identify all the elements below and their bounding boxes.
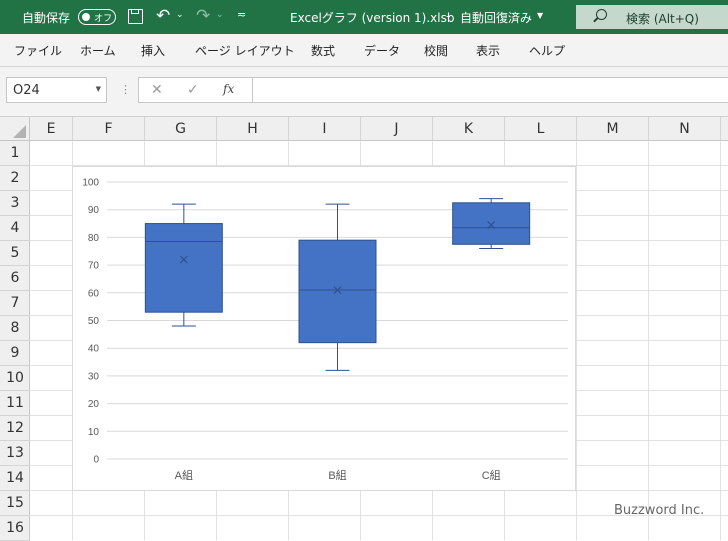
box-plot-chart[interactable]: 0 10 20 30 40 50 60 70 80 90 100 A組 B組 C組 <box>72 166 576 491</box>
x-tick-label: C組 <box>482 469 501 482</box>
row-header-13[interactable]: 13 <box>0 441 30 466</box>
column-header-f[interactable]: F <box>73 117 145 141</box>
search-icon-handle <box>593 17 598 23</box>
formula-box: ✕ ✓ fx <box>138 77 728 103</box>
redo-icon[interactable]: ↷ <box>196 6 210 26</box>
name-box[interactable]: O24 ▼ <box>6 77 107 103</box>
customize-toolbar-icon[interactable]: ≂ <box>237 8 246 21</box>
column-header-g[interactable]: G <box>145 117 217 141</box>
box <box>298 239 377 344</box>
search-label: 検索 (Alt+Q) <box>626 12 699 26</box>
y-tick-label: 90 <box>88 205 100 216</box>
y-tick-label: 40 <box>88 344 100 355</box>
tab-view[interactable]: 表示 <box>476 42 500 59</box>
column-header-k[interactable]: K <box>433 117 505 141</box>
function-icon[interactable]: fx <box>223 82 234 96</box>
box <box>452 202 531 245</box>
redo-dropdown-icon[interactable]: ⌄ <box>216 10 224 20</box>
column-header-j[interactable]: J <box>361 117 433 141</box>
row-header-6[interactable]: 6 <box>0 266 30 291</box>
toggle-knob-icon <box>82 13 90 21</box>
ribbon-tabs: ファイル ホーム 挿入 ページ レイアウト 数式 データ 校閲 表示 ヘルプ <box>0 34 728 67</box>
x-tick-label: A組 <box>175 469 193 482</box>
x-tick-label: B組 <box>328 469 346 482</box>
tab-insert[interactable]: 挿入 <box>141 42 165 59</box>
cancel-icon[interactable]: ✕ <box>151 82 163 98</box>
y-tick-label: 10 <box>88 427 100 438</box>
watermark: Buzzword Inc. <box>614 503 705 518</box>
title-bar: 自動保存 オフ ↶ ⌄ ↷ ⌄ ≂ Excelグラフ (version 1).x… <box>0 0 728 34</box>
y-tick-label: 0 <box>93 455 99 466</box>
y-tick-label: 20 <box>88 399 100 410</box>
autosave-label: 自動保存 <box>22 11 71 25</box>
row-header-16[interactable]: 16 <box>0 516 30 541</box>
row-header-5[interactable]: 5 <box>0 241 30 266</box>
column-header-m[interactable]: M <box>577 117 649 141</box>
file-name: Excelグラフ (version 1).xlsb <box>290 11 455 25</box>
row-header-8[interactable]: 8 <box>0 316 30 341</box>
formula-input[interactable] <box>252 78 728 102</box>
row-header-15[interactable]: 15 <box>0 491 30 516</box>
autosave-state: オフ <box>94 14 113 24</box>
chevron-down-icon[interactable]: ▼ <box>537 11 543 20</box>
save-icon[interactable] <box>128 9 143 24</box>
cell-reference: O24 <box>13 83 40 98</box>
y-tick-label: 50 <box>88 316 100 327</box>
undo-icon[interactable]: ↶ <box>156 6 170 26</box>
tab-file[interactable]: ファイル <box>14 42 62 59</box>
select-all-corner[interactable] <box>0 117 30 141</box>
select-all-icon <box>13 125 26 138</box>
more-options-icon[interactable]: ⋮ <box>120 83 131 96</box>
box <box>144 223 223 313</box>
row-headers: 1 2 3 4 5 6 7 8 9 10 11 12 13 14 15 16 <box>0 141 30 541</box>
column-header-e[interactable]: E <box>30 117 73 141</box>
y-tick-label: 80 <box>88 233 100 244</box>
row-header-2[interactable]: 2 <box>0 166 30 191</box>
column-header-n[interactable]: N <box>649 117 721 141</box>
column-headers: E F G H I J K L M N <box>0 117 728 141</box>
save-status[interactable]: 自動回復済み <box>460 9 532 26</box>
tab-help[interactable]: ヘルプ <box>529 42 565 59</box>
title-separator: - <box>446 9 451 23</box>
row-header-7[interactable]: 7 <box>0 291 30 316</box>
autosave-toggle[interactable]: オフ <box>78 9 116 25</box>
row-header-4[interactable]: 4 <box>0 216 30 241</box>
y-tick-label: 70 <box>88 261 100 272</box>
row-header-3[interactable]: 3 <box>0 191 30 216</box>
chart-canvas: 0 10 20 30 40 50 60 70 80 90 100 A組 B組 C組 <box>82 178 568 482</box>
search-box[interactable]: 検索 (Alt+Q) <box>576 5 728 29</box>
tab-home[interactable]: ホーム <box>80 42 116 59</box>
undo-dropdown-icon[interactable]: ⌄ <box>176 10 184 20</box>
chevron-down-icon: ▼ <box>95 85 101 93</box>
row-header-9[interactable]: 9 <box>0 341 30 366</box>
row-header-14[interactable]: 14 <box>0 466 30 491</box>
y-tick-label: 100 <box>82 178 99 189</box>
row-header-1[interactable]: 1 <box>0 141 30 166</box>
row-header-11[interactable]: 11 <box>0 391 30 416</box>
y-tick-label: 30 <box>88 371 100 382</box>
column-header-l[interactable]: L <box>505 117 577 141</box>
enter-icon[interactable]: ✓ <box>187 82 199 98</box>
y-tick-label: 60 <box>88 288 100 299</box>
row-header-10[interactable]: 10 <box>0 366 30 391</box>
column-header-h[interactable]: H <box>217 117 289 141</box>
tab-review[interactable]: 校閲 <box>424 42 448 59</box>
column-header-i[interactable]: I <box>289 117 361 141</box>
tab-formulas[interactable]: 数式 <box>311 42 335 59</box>
formula-bar: O24 ▼ ⋮ ✕ ✓ fx <box>0 67 728 117</box>
row-header-12[interactable]: 12 <box>0 416 30 441</box>
tab-data[interactable]: データ <box>364 42 400 59</box>
tab-page-layout[interactable]: ページ レイアウト <box>195 42 295 59</box>
